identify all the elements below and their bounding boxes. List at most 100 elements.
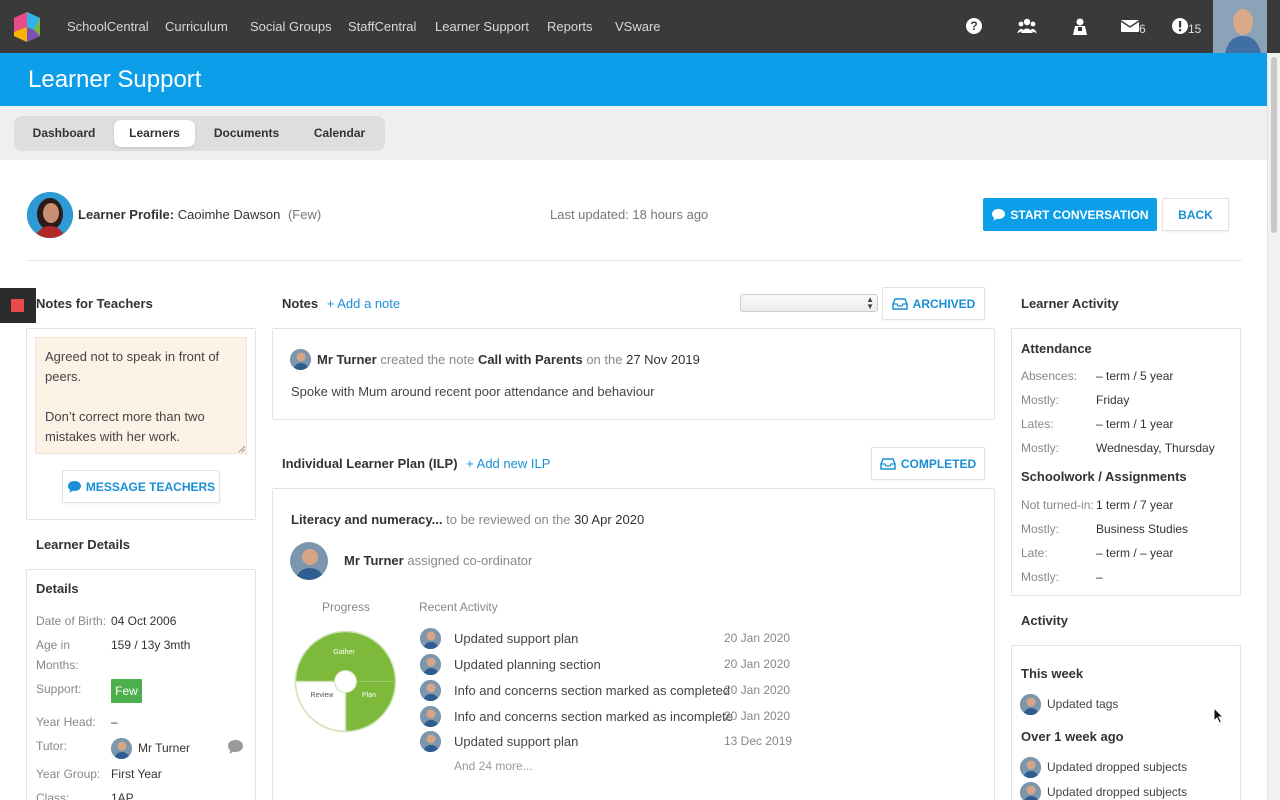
scrollbar-thumb[interactable] [1271,57,1277,233]
completed-label: COMPLETED [900,456,977,471]
activity-text: Info and concerns section marked as comp… [454,683,731,698]
tab-learners[interactable]: Learners [114,120,195,147]
pie-center [334,670,357,693]
activity-avatar [1020,757,1041,778]
add-ilp-link[interactable]: + Add new ILP [466,456,550,471]
notes-for-teachers-title: Notes for Teachers [36,296,153,311]
select-arrows-icon: ▲ ▼ [866,295,874,311]
gather-segment-label: Gather [333,649,355,656]
attendance-title: Attendance [1021,341,1092,356]
over-week-title: Over 1 week ago [1021,729,1124,744]
age-value: 159 / 13y 3mth [111,638,191,652]
mail-count: 6 [1139,22,1146,36]
learner-support-tag: (Few) [287,207,322,222]
nav-item-staffcentral[interactable]: StaffCentral [348,0,416,53]
year-head-value: – [111,715,118,729]
activity-avatar [420,731,441,752]
app-logo-icon[interactable] [10,10,44,44]
note-date: 27 Nov 2019 [626,352,700,367]
not-turned-in-value: 1 term / 7 year [1096,498,1174,512]
nav-item-curriculum[interactable]: Curriculum [165,0,228,53]
message-teachers-button[interactable]: MESSAGE TEACHERS [62,470,220,503]
recent-activity-item: Updated dropped subjects [1020,757,1220,779]
coordinator-avatar [290,542,328,580]
recent-activity-label: Recent Activity [419,600,498,614]
help-icon[interactable]: ? [963,15,985,37]
archived-button[interactable]: ARCHIVED [882,287,985,320]
page-scrollbar[interactable] [1267,53,1280,800]
activity-avatar [1020,694,1041,715]
class-label: Class: [36,791,70,800]
archive-box-icon [880,457,896,470]
nav-item-social-groups[interactable]: Social Groups [250,0,332,53]
tab-dashboard[interactable]: Dashboard [19,120,109,147]
note-author: Mr Turner [317,352,377,367]
notes-filter-select[interactable]: ▲ ▼ [740,294,878,312]
lates-mostly-label: Mostly: [1021,441,1060,455]
ilp-plan-name[interactable]: Literacy and numeracy... [291,512,443,527]
nav-item-reports[interactable]: Reports [547,0,593,53]
notes-for-teachers-textarea[interactable]: Agreed not to speak in front of peers. D… [35,337,247,454]
activity-avatar [1020,782,1041,800]
activity-row: Updated support plan 13 Dec 2019 [420,731,800,753]
stop-icon [11,299,24,312]
groups-icon[interactable] [1016,15,1038,37]
learner-activity-title: Learner Activity [1021,296,1119,311]
ilp-review-text: to be reviewed on the [446,512,571,527]
archived-label: ARCHIVED [912,296,976,311]
late-mostly-value: – [1096,570,1103,584]
lates-label: Lates: [1021,417,1054,431]
user-icon[interactable] [1069,15,1091,37]
late-value: – term / – year [1096,546,1174,560]
not-turned-mostly-label: Mostly: [1021,522,1060,536]
notes-title-text: Notes [282,296,319,311]
absences-mostly-value: Friday [1096,393,1130,407]
nav-item-vsware[interactable]: VSware [615,0,661,53]
class-value: 1AP [111,791,134,800]
add-note-link[interactable]: + Add a note [327,296,400,311]
top-navigation-bar: SchoolCentral Curriculum Social Groups S… [0,0,1280,53]
message-tutor-icon[interactable] [227,739,244,755]
note-header: Mr Turner created the note Call with Par… [317,352,700,367]
back-button[interactable]: BACK [1162,198,1229,231]
mouse-cursor-icon [1213,707,1225,724]
not-turned-in-label: Not turned-in: [1021,498,1094,512]
absences-mostly-label: Mostly: [1021,393,1060,407]
note-author-avatar [290,349,311,370]
user-avatar[interactable] [1213,0,1267,53]
age-label: Age in Months: [36,638,79,672]
start-conversation-label: START CONVERSATION [1010,207,1149,222]
tutor-label: Tutor: [36,739,67,753]
recent-activity-text: Updated dropped subjects [1047,785,1188,799]
review-segment-label: Review [311,692,335,699]
ilp-title-text: Individual Learner Plan (ILP) [282,456,458,471]
alert-count: 15 [1188,22,1202,36]
nav-item-learner-support[interactable]: Learner Support [435,0,529,53]
support-label: Support: [36,682,82,696]
tab-documents[interactable]: Documents [200,120,293,147]
activity-avatar [420,628,441,649]
learner-details-title: Learner Details [36,537,130,552]
svg-text:?: ? [970,19,977,33]
note-body: Spoke with Mum around recent poor attend… [291,384,655,399]
tab-calendar[interactable]: Calendar [298,120,381,147]
activity-title: Activity [1021,613,1068,628]
completed-button[interactable]: COMPLETED [871,447,985,480]
start-conversation-button[interactable]: START CONVERSATION [983,198,1157,231]
more-activity-link[interactable]: And 24 more... [454,759,533,773]
nav-item-schoolcentral[interactable]: SchoolCentral [67,0,149,53]
not-turned-mostly-value: Business Studies [1096,522,1189,536]
last-updated-text: Last updated: 18 hours ago [550,207,709,222]
tutor-avatar [111,738,132,759]
note-title[interactable]: Call with Parents [478,352,583,367]
year-group-label: Year Group: [36,767,101,781]
activity-date: 20 Jan 2020 [724,709,791,723]
side-panel-toggle[interactable] [0,288,36,323]
lates-value: – term / 1 year [1096,417,1174,431]
resize-handle-icon[interactable] [238,445,246,453]
activity-row: Info and concerns section marked as inco… [420,706,800,728]
activity-avatar [420,706,441,727]
chat-bubble-icon [67,480,81,493]
dob-value: 04 Oct 2006 [111,614,177,628]
lates-mostly-value: Wednesday, Thursday [1096,441,1215,455]
